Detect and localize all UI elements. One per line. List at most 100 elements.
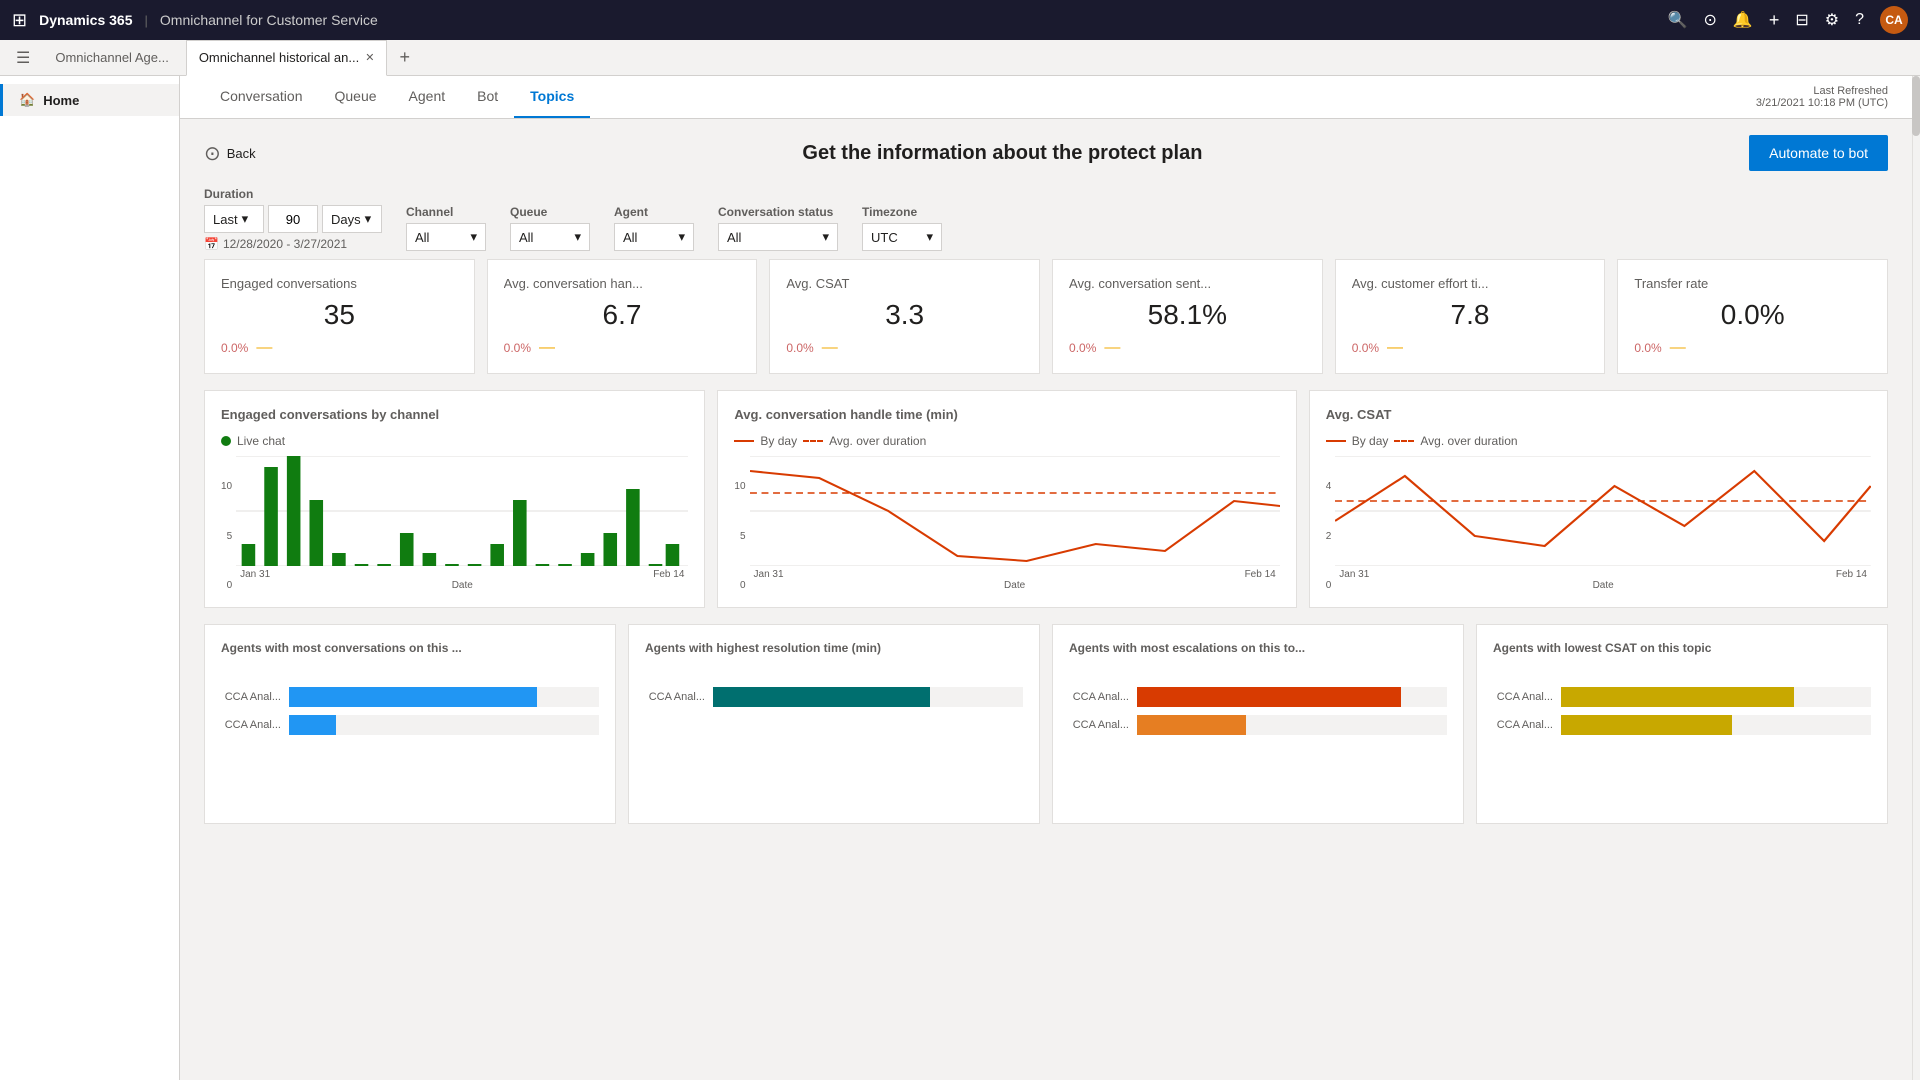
channel-select[interactable]: All ▾ — [406, 223, 486, 251]
hbar-label: CCA Anal... — [221, 691, 281, 703]
metric-trend: 0.0% — [1069, 341, 1096, 355]
legend-line-dashed — [1394, 440, 1414, 442]
metric-dash: — — [539, 339, 555, 357]
hbar-track — [1561, 687, 1871, 707]
scrollbar[interactable] — [1912, 76, 1920, 1080]
legend-line-solid — [734, 440, 754, 442]
tab-queue[interactable]: Queue — [319, 76, 393, 118]
tab-bot[interactable]: Bot — [461, 76, 514, 118]
hbar-row: CCA Anal... — [221, 687, 599, 707]
tab-conversation[interactable]: Conversation — [204, 76, 319, 118]
scrollbar-thumb[interactable] — [1912, 76, 1920, 136]
tab-topics[interactable]: Topics — [514, 76, 590, 118]
hbar-row: CCA Anal... — [1069, 687, 1447, 707]
help-icon[interactable]: ? — [1855, 11, 1864, 29]
bell-icon[interactable]: 🔔 — [1733, 10, 1753, 30]
hbar-fill — [289, 687, 537, 707]
tab-add-button[interactable]: + — [391, 47, 418, 68]
avatar[interactable]: CA — [1880, 6, 1908, 34]
last-refreshed-label: Last Refreshed — [1756, 85, 1888, 97]
apps-icon[interactable]: ⊞ — [12, 10, 27, 31]
last-refreshed-value: 3/21/2021 10:18 PM (UTC) — [1756, 97, 1888, 109]
hbar-fill — [713, 687, 930, 707]
page-title: Get the information about the protect pl… — [268, 142, 1737, 165]
hbar-label: CCA Anal... — [1493, 691, 1553, 703]
duration-type-select[interactable]: Last ▾ — [204, 205, 264, 233]
timezone-label: Timezone — [862, 205, 942, 219]
hbar-row: CCA Anal... — [1493, 687, 1871, 707]
conv-status-label: Conversation status — [718, 205, 838, 219]
chart-legend: Live chat — [221, 434, 688, 448]
hbar-fill — [289, 715, 336, 735]
topbar: ⊞ Dynamics 365 | Omnichannel for Custome… — [0, 0, 1920, 40]
metric-card-engaged-conv: Engaged conversations 35 0.0% — — [204, 259, 475, 374]
hbar-fill — [1137, 687, 1401, 707]
timezone-select[interactable]: UTC ▾ — [862, 223, 942, 251]
hbar-chart: CCA Anal... — [645, 667, 1023, 735]
chart-legend: By day Avg. over duration — [734, 434, 1279, 448]
legend-label-day: By day — [1352, 434, 1389, 448]
hbar-row: CCA Anal... — [1069, 715, 1447, 735]
hbar-track — [1561, 715, 1871, 735]
queue-select[interactable]: All ▾ — [510, 223, 590, 251]
main-layout: 🏠 Home Conversation Queue Agent Bot Topi… — [0, 76, 1920, 1080]
channel-label: Channel — [406, 205, 486, 219]
metric-footer: 0.0% — — [504, 339, 741, 357]
hbar-chart: CCA Anal... CCA Anal... — [221, 667, 599, 763]
filter-conv-status: Conversation status All ▾ — [718, 205, 838, 251]
search-icon[interactable]: 🔍 — [1668, 10, 1688, 30]
metric-value: 0.0% — [1634, 299, 1871, 331]
add-icon[interactable]: + — [1769, 10, 1780, 31]
metric-title: Avg. customer effort ti... — [1352, 276, 1589, 291]
agent-select[interactable]: All ▾ — [614, 223, 694, 251]
tab-omni-hist[interactable]: Omnichannel historical an... ✕ — [186, 40, 388, 76]
back-button[interactable]: ⊙ Back — [204, 141, 256, 166]
chart-title: Avg. conversation handle time (min) — [734, 407, 1279, 422]
hbar-fill — [1561, 715, 1732, 735]
secondary-nav: Conversation Queue Agent Bot Topics Last… — [180, 76, 1912, 119]
duration-unit-select[interactable]: Days ▾ — [322, 205, 382, 233]
chevron-down-icon: ▾ — [678, 229, 685, 245]
automate-to-bot-button[interactable]: Automate to bot — [1749, 135, 1888, 171]
metric-title: Avg. conversation sent... — [1069, 276, 1306, 291]
content-area: Conversation Queue Agent Bot Topics Last… — [180, 76, 1912, 1080]
bottom-title: Agents with most conversations on this .… — [221, 641, 599, 655]
legend-label-avg: Avg. over duration — [829, 434, 926, 448]
metric-value: 35 — [221, 299, 458, 331]
topbar-icons: 🔍 ⊙ 🔔 + ⊟ ⚙ ? CA — [1668, 6, 1908, 34]
metric-trend: 0.0% — [1634, 341, 1661, 355]
metric-dash: — — [1104, 339, 1120, 357]
nav-icon[interactable]: ⊙ — [1704, 10, 1717, 30]
bottom-chart-highest-res: Agents with highest resolution time (min… — [628, 624, 1040, 824]
hamburger-menu[interactable]: ☰ — [8, 44, 38, 72]
brand: Dynamics 365 | Omnichannel for Customer … — [39, 12, 378, 28]
hbar-chart: CCA Anal... CCA Anal... — [1069, 667, 1447, 763]
sidebar-item-home[interactable]: 🏠 Home — [0, 84, 179, 116]
tab-omni-age[interactable]: Omnichannel Age... — [42, 40, 181, 76]
hbar-track — [1137, 687, 1447, 707]
chart-row-1: Engaged conversations by channel Live ch… — [204, 390, 1888, 608]
module-name: Omnichannel for Customer Service — [160, 12, 378, 28]
tabbar: ☰ Omnichannel Age... Omnichannel histori… — [0, 40, 1920, 76]
conv-status-select[interactable]: All ▾ — [718, 223, 838, 251]
tab-agent[interactable]: Agent — [393, 76, 462, 118]
metric-card-transfer: Transfer rate 0.0% 0.0% — — [1617, 259, 1888, 374]
filter-queue: Queue All ▾ — [510, 205, 590, 251]
hbar-label: CCA Anal... — [1493, 719, 1553, 731]
filter-icon[interactable]: ⊟ — [1795, 10, 1808, 30]
hbar-fill — [1137, 715, 1246, 735]
metric-dash: — — [1387, 339, 1403, 357]
chevron-down-icon: ▾ — [470, 229, 477, 245]
metric-dash: — — [256, 339, 272, 357]
chevron-down-icon: ▾ — [574, 229, 581, 245]
metric-card-avg-effort: Avg. customer effort ti... 7.8 0.0% — — [1335, 259, 1606, 374]
tab-close-icon[interactable]: ✕ — [365, 51, 374, 64]
agent-label: Agent — [614, 205, 694, 219]
duration-number-input[interactable] — [268, 205, 318, 233]
chevron-down-icon: ▾ — [365, 211, 372, 227]
bottom-chart-most-escalations: Agents with most escalations on this to.… — [1052, 624, 1464, 824]
filter-timezone: Timezone UTC ▾ — [862, 205, 942, 251]
settings-icon[interactable]: ⚙ — [1825, 10, 1839, 30]
duration-controls: Last ▾ Days ▾ — [204, 205, 382, 233]
metric-card-avg-csat: Avg. CSAT 3.3 0.0% — — [769, 259, 1040, 374]
